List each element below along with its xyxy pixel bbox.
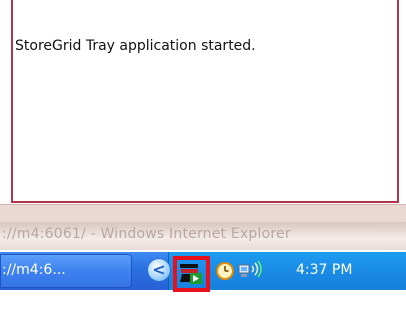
clock-icon[interactable]: [216, 262, 234, 280]
taskbar-clock[interactable]: 4:37 PM: [296, 262, 352, 278]
show-hidden-icons-button[interactable]: <: [148, 259, 170, 281]
background-window-frame: [0, 204, 406, 222]
highlight-box: [173, 256, 210, 292]
network-icon[interactable]: [238, 260, 264, 282]
notification-message: StoreGrid Tray application started.: [15, 38, 256, 54]
taskbar-window-button-label: ://m4:6...: [2, 262, 66, 278]
notification-balloon[interactable]: StoreGrid Tray application started.: [11, 0, 399, 203]
screen: StoreGrid Tray application started. ://m…: [0, 0, 406, 309]
background-window-title: ://m4:6061/ - Windows Internet Explorer: [2, 226, 291, 242]
